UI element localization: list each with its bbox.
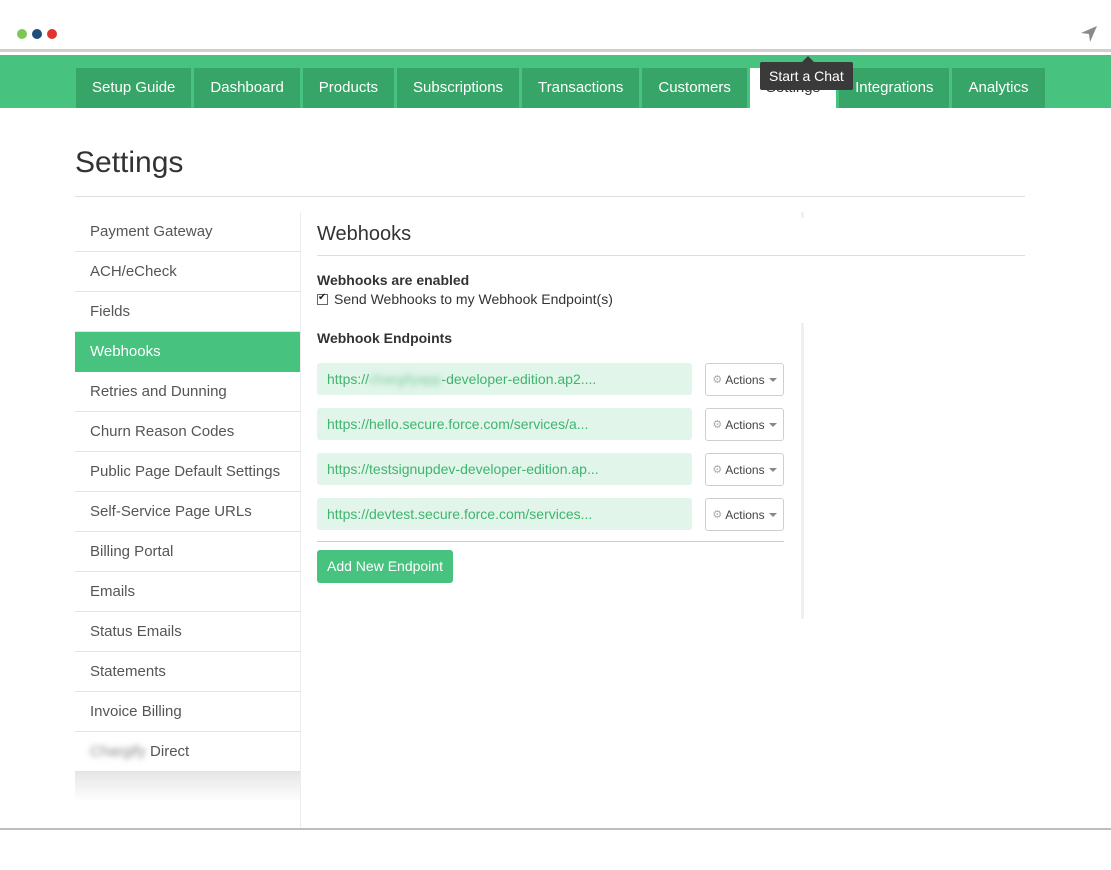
window-blue-dot[interactable] bbox=[32, 29, 42, 39]
tab-integrations[interactable]: Integrations bbox=[839, 68, 950, 108]
endpoint-url-suffix: -developer-edition.ap2.... bbox=[441, 371, 597, 387]
caret-down-icon bbox=[768, 377, 777, 382]
sidebar-item-ach-echeck[interactable]: ACH/eCheck bbox=[75, 252, 300, 292]
redacted-brand-name: Chargify bbox=[90, 743, 146, 760]
actions-label: Actions bbox=[725, 462, 765, 477]
endpoint-url-text: https:// bbox=[327, 371, 370, 387]
sidebar-item-retries-and-dunning[interactable]: Retries and Dunning bbox=[75, 372, 300, 412]
sidebar-item-billing-portal[interactable]: Billing Portal bbox=[75, 532, 300, 572]
endpoint-url[interactable]: https://devtest.secure.force.com/service… bbox=[317, 498, 692, 530]
endpoints-heading: Webhook Endpoints bbox=[317, 330, 453, 346]
location-arrow-icon[interactable] bbox=[1079, 24, 1099, 44]
endpoint-url-text: https://hello.secure.force.com/services/… bbox=[327, 416, 589, 432]
tab-transactions[interactable]: Transactions bbox=[522, 68, 640, 108]
actions-label: Actions bbox=[725, 372, 765, 387]
start-chat-tooltip[interactable]: Start a Chat bbox=[760, 56, 853, 90]
sidebar-item-webhooks[interactable]: Webhooks bbox=[75, 332, 300, 372]
sidebar-item-payment-gateway[interactable]: Payment Gateway bbox=[75, 212, 300, 252]
sidebar-item-direct[interactable]: Chargify Direct bbox=[75, 732, 300, 772]
send-webhooks-label: Send Webhooks to my Webhook Endpoint(s) bbox=[334, 291, 613, 307]
sidebar-item-emails[interactable]: Emails bbox=[75, 572, 300, 612]
content-divider bbox=[317, 255, 1025, 256]
add-endpoint-button[interactable]: Add New Endpoint bbox=[317, 550, 453, 583]
window-green-dot[interactable] bbox=[17, 29, 27, 39]
endpoint-url[interactable]: https://testsignupdev-developer-edition.… bbox=[317, 453, 692, 485]
tab-dashboard[interactable]: Dashboard bbox=[194, 68, 300, 108]
caret-down-icon bbox=[768, 467, 777, 472]
gear-icon: ⚙ bbox=[712, 374, 723, 386]
window-bottom-border bbox=[0, 828, 1111, 830]
webhooks-status: Webhooks are enabled bbox=[317, 272, 470, 288]
tab-customers[interactable]: Customers bbox=[642, 68, 747, 108]
endpoints-divider bbox=[317, 541, 784, 542]
sidebar-item-status-emails[interactable]: Status Emails bbox=[75, 612, 300, 652]
sidebar-shadow bbox=[75, 772, 300, 802]
sidebar-item-invoice-billing[interactable]: Invoice Billing bbox=[75, 692, 300, 732]
nav-tabs: Setup Guide Dashboard Products Subscription… bbox=[76, 68, 1048, 108]
panel-edge-top bbox=[801, 212, 804, 218]
endpoint-actions-button[interactable]: ⚙ Actions bbox=[705, 408, 784, 441]
tab-products[interactable]: Products bbox=[302, 68, 394, 108]
sidebar-item-self-service-page-urls[interactable]: Self-Service Page URLs bbox=[75, 492, 300, 532]
gear-icon: ⚙ bbox=[712, 509, 723, 521]
page-title: Settings bbox=[75, 146, 184, 179]
window-chrome bbox=[0, 0, 1111, 52]
actions-label: Actions bbox=[725, 417, 765, 432]
sidebar-item-churn-reason-codes[interactable]: Churn Reason Codes bbox=[75, 412, 300, 452]
title-divider bbox=[75, 196, 1025, 197]
tab-setup-guide[interactable]: Setup Guide bbox=[76, 68, 192, 108]
sidebar-item-statements[interactable]: Statements bbox=[75, 652, 300, 692]
caret-down-icon bbox=[768, 422, 777, 427]
endpoint-actions-button[interactable]: ⚙ Actions bbox=[705, 498, 784, 531]
sidebar-item-public-page-default-settings[interactable]: Public Page Default Settings bbox=[75, 452, 300, 492]
endpoint-url[interactable]: https://chargifyapp-developer-edition.ap… bbox=[317, 363, 692, 395]
sidebar-border bbox=[300, 212, 301, 828]
caret-down-icon bbox=[768, 512, 777, 517]
sidebar-item-fields[interactable]: Fields bbox=[75, 292, 300, 332]
send-webhooks-checkbox-row[interactable]: Send Webhooks to my Webhook Endpoint(s) bbox=[317, 291, 613, 307]
sidebar-item-label: Direct bbox=[150, 743, 190, 760]
send-webhooks-checkbox[interactable] bbox=[317, 292, 328, 305]
tab-subscriptions[interactable]: Subscriptions bbox=[397, 68, 520, 108]
window-red-dot[interactable] bbox=[47, 29, 57, 39]
endpoint-actions-button[interactable]: ⚙ Actions bbox=[705, 453, 784, 486]
endpoint-url[interactable]: https://hello.secure.force.com/services/… bbox=[317, 408, 692, 440]
main-navbar: Setup Guide Dashboard Products Subscription… bbox=[0, 55, 1111, 108]
endpoint-url-text: https://devtest.secure.force.com/service… bbox=[327, 506, 593, 522]
gear-icon: ⚙ bbox=[712, 419, 723, 431]
panel-edge bbox=[801, 323, 804, 619]
gear-icon: ⚙ bbox=[712, 464, 723, 476]
tab-analytics[interactable]: Analytics bbox=[952, 68, 1045, 108]
endpoint-actions-button[interactable]: ⚙ Actions bbox=[705, 363, 784, 396]
actions-label: Actions bbox=[725, 507, 765, 522]
redacted-url-segment: chargifyapp bbox=[369, 371, 442, 387]
settings-sidebar: Payment Gateway ACH/eCheck Fields Webhooks R… bbox=[75, 212, 300, 802]
endpoint-url-text: https://testsignupdev-developer-edition.… bbox=[327, 461, 599, 477]
webhooks-title: Webhooks bbox=[317, 223, 412, 245]
